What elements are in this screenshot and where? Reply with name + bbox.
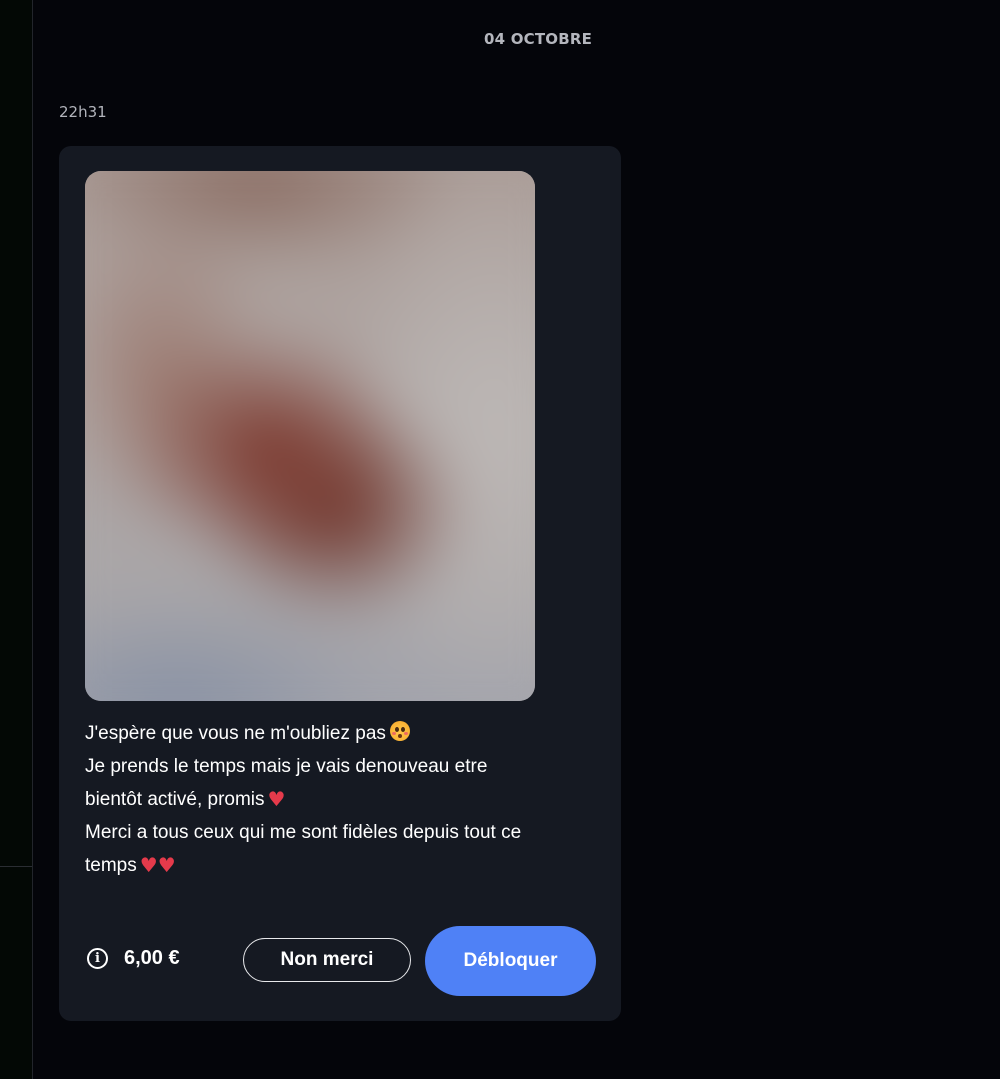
unlock-footer: i 6,00 € Non merci Débloquer [85,926,597,996]
blurred-image [85,171,535,701]
message-line-1-text: J'espère que vous ne m'oubliez pas [85,723,386,744]
date-separator: 04 OCTOBRE [484,30,593,48]
red-heart-icon: ♥ [267,787,286,811]
unlock-button[interactable]: Débloquer [425,926,596,996]
message-line-1: J'espère que vous ne m'oubliez pas [85,718,595,751]
red-heart-icon: ♥ [157,853,176,877]
price-label: 6,00 € [124,947,180,969]
message-line-5-text: temps [85,855,137,876]
message-line-3: bientôt activé, promis ♥ [85,783,595,817]
message-text: J'espère que vous ne m'oubliez pas Je pr… [85,718,595,883]
message-line-3-text: bientôt activé, promis [85,789,265,810]
left-sidebar-rail [0,0,33,1079]
blurred-media-preview[interactable] [85,171,535,701]
message-line-5: temps ♥♥ [85,849,595,883]
info-icon[interactable]: i [87,948,108,969]
flushed-face-icon [389,721,410,741]
message-timestamp: 22h31 [59,103,107,121]
message-line-4: Merci a tous ceux qui me sont fidèles de… [85,821,522,843]
red-heart-icon: ♥ [139,853,158,877]
decline-button[interactable]: Non merci [243,938,411,982]
message-line-2: Je prends le temps mais je vais denouvea… [85,755,488,777]
locked-message-bubble: J'espère que vous ne m'oubliez pas Je pr… [59,146,621,1021]
sidebar-divider [0,866,32,867]
